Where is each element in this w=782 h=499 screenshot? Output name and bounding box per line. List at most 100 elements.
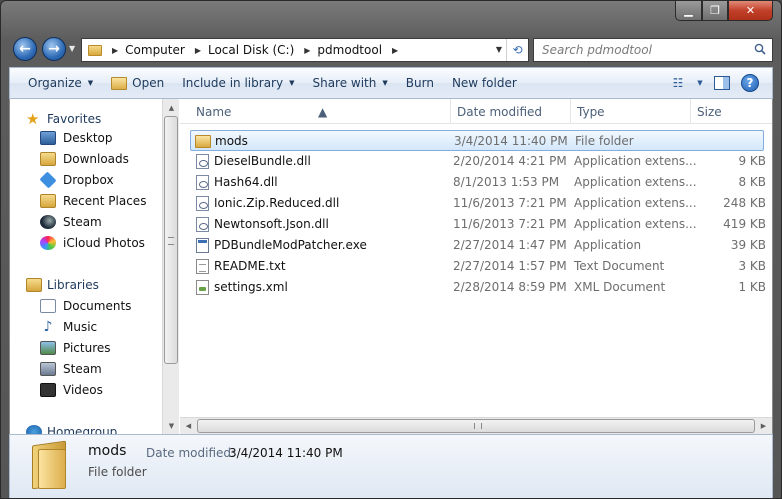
nav-item-desktop[interactable]: Desktop: [40, 131, 113, 145]
file-row[interactable]: Hash64.dll 8/1/2013 1:53 PM Application ex…: [190, 172, 766, 193]
documents-icon: [40, 299, 56, 313]
nav-group-homegroup[interactable]: Homegroup: [26, 425, 117, 434]
minimize-button[interactable]: ▁: [675, 1, 702, 21]
scroll-right-button[interactable]: ▶: [755, 418, 772, 434]
nav-item-downloads[interactable]: Downloads: [40, 152, 129, 166]
file-type: Application extens...: [574, 196, 697, 210]
nav-item-icloud-photos[interactable]: iCloud Photos: [40, 236, 145, 250]
forward-button[interactable]: →: [42, 37, 66, 61]
file-name: mods: [215, 134, 248, 148]
folder-icon: [32, 440, 68, 490]
column-divider[interactable]: [690, 99, 691, 123]
nav-item-music[interactable]: ♪ Music: [40, 320, 98, 334]
file-list-horizontal-scrollbar[interactable]: ◀ ▶: [180, 417, 772, 434]
nav-group-libraries[interactable]: Libraries: [26, 278, 99, 292]
organize-menu[interactable]: Organize ▼: [20, 71, 101, 95]
breadcrumb-pdmodtool[interactable]: pdmodtool: [317, 43, 382, 57]
column-divider[interactable]: [450, 99, 451, 123]
file-type: Text Document: [574, 259, 665, 273]
explorer-window: ▁ ❐ ✕ ← → ▼ ▶ Computer ▶ Local Disk (C:)…: [0, 0, 782, 499]
file-name: DieselBundle.dll: [214, 154, 311, 168]
column-header-date-modified[interactable]: Date modified: [457, 105, 542, 119]
xml-icon: [196, 280, 209, 295]
dll-icon: [196, 217, 209, 232]
scroll-thumb[interactable]: [164, 116, 178, 364]
help-button[interactable]: ?: [736, 71, 764, 95]
new-folder-button[interactable]: New folder: [444, 71, 525, 95]
address-dropdown-button[interactable]: ▼: [496, 39, 502, 61]
file-date-modified: 2/27/2014 1:57 PM: [453, 259, 567, 273]
change-view-button[interactable]: ☷: [664, 71, 692, 95]
file-row[interactable]: mods 3/4/2014 11:40 PM File folder: [190, 130, 764, 151]
file-row[interactable]: Newtonsoft.Json.dll 11/6/2013 7:21 PM Appl…: [190, 214, 766, 235]
file-size: 3 KB: [738, 259, 766, 273]
back-button[interactable]: ←: [13, 37, 37, 61]
scroll-down-button[interactable]: ▼: [163, 417, 180, 434]
view-options-dropdown[interactable]: ▼: [692, 71, 708, 95]
file-list-pane[interactable]: ▲ Name Date modified Type Size mods 3/4/2…: [180, 99, 772, 434]
file-name: Newtonsoft.Json.dll: [214, 217, 329, 231]
scroll-left-button[interactable]: ◀: [180, 418, 197, 434]
preview-pane-icon: [714, 76, 730, 90]
navigation-row: ← → ▼ ▶ Computer ▶ Local Disk (C:) ▶ pdm…: [9, 35, 773, 63]
file-row[interactable]: settings.xml 2/28/2014 8:59 PM XML Documen…: [190, 277, 766, 298]
details-pane: mods File folder Date modified: 3/4/2014…: [9, 434, 773, 498]
burn-button[interactable]: Burn: [398, 71, 442, 95]
refresh-button[interactable]: ⟲: [506, 39, 528, 61]
search-box[interactable]: [533, 38, 773, 62]
preview-pane-button[interactable]: [708, 71, 736, 95]
file-row[interactable]: README.txt 2/27/2014 1:57 PM Text Document…: [190, 256, 766, 277]
nav-item-steam[interactable]: Steam: [40, 215, 102, 229]
sort-ascending-icon: ▲: [318, 105, 328, 119]
nav-item-label: Dropbox: [63, 173, 114, 187]
search-input[interactable]: [540, 39, 740, 61]
file-row[interactable]: DieselBundle.dll 2/20/2014 4:21 PM Applica…: [190, 151, 766, 172]
nav-pane-scrollbar[interactable]: ▲ ▼: [162, 99, 179, 434]
breadcrumb-separator[interactable]: ▶: [392, 46, 398, 55]
nav-item-videos[interactable]: Videos: [40, 383, 103, 397]
include-in-library-label: Include in library: [182, 76, 284, 90]
exe-icon: [196, 238, 209, 253]
breadcrumb-separator[interactable]: ▶: [195, 46, 201, 55]
file-row[interactable]: PDBundleModPatcher.exe 2/27/2014 1:47 PM A…: [190, 235, 766, 256]
navigation-pane[interactable]: ★ Favorites Desktop Downloads Dropbox Re…: [10, 99, 162, 434]
nav-item-recent-places[interactable]: Recent Places: [40, 194, 146, 208]
maximize-button[interactable]: ❐: [702, 1, 728, 21]
include-in-library-menu[interactable]: Include in library ▼: [174, 71, 302, 95]
nav-item-pictures[interactable]: Pictures: [40, 341, 111, 355]
open-button[interactable]: Open: [103, 71, 172, 95]
recent-pages-button[interactable]: ▼: [69, 44, 75, 53]
nav-item-steam-library[interactable]: Steam: [40, 362, 102, 376]
nav-item-documents[interactable]: Documents: [40, 299, 131, 313]
column-header-type[interactable]: Type: [577, 105, 605, 119]
chevron-down-icon: ▼: [382, 79, 388, 87]
scroll-thumb[interactable]: [197, 419, 755, 433]
file-date-modified: 2/27/2014 1:47 PM: [453, 238, 567, 252]
chevron-down-icon: ▼: [697, 79, 703, 87]
scroll-up-button[interactable]: ▲: [163, 99, 180, 116]
content-area: ★ Favorites Desktop Downloads Dropbox Re…: [9, 99, 773, 434]
file-type: Application: [574, 238, 642, 252]
nav-item-dropbox[interactable]: Dropbox: [39, 171, 114, 189]
nav-group-favorites[interactable]: ★ Favorites: [26, 110, 101, 128]
nav-item-label: Downloads: [63, 152, 129, 166]
address-bar[interactable]: ▶ Computer ▶ Local Disk (C:) ▶ pdmodtool…: [81, 38, 529, 62]
file-name: Ionic.Zip.Reduced.dll: [214, 196, 340, 210]
file-row[interactable]: Ionic.Zip.Reduced.dll 11/6/2013 7:21 PM Ap…: [190, 193, 766, 214]
search-icon[interactable]: [754, 43, 766, 55]
recent-places-icon: [40, 194, 56, 208]
breadcrumb-local-disk[interactable]: Local Disk (C:): [208, 43, 294, 57]
column-header-name[interactable]: Name: [196, 105, 231, 119]
toolbar-right-group: ☷ ▼ ?: [664, 71, 764, 95]
breadcrumb-computer[interactable]: Computer: [125, 43, 185, 57]
column-header-size[interactable]: Size: [697, 105, 722, 119]
file-name: README.txt: [214, 259, 286, 273]
share-with-menu[interactable]: Share with ▼: [304, 71, 395, 95]
nav-item-label: Music: [63, 320, 98, 334]
breadcrumb-separator[interactable]: ▶: [304, 46, 310, 55]
breadcrumb-separator[interactable]: ▶: [112, 46, 118, 55]
column-divider[interactable]: [570, 99, 571, 123]
close-button[interactable]: ✕: [728, 1, 773, 21]
nav-item-label: Desktop: [63, 131, 113, 145]
file-size: 248 KB: [723, 196, 766, 210]
